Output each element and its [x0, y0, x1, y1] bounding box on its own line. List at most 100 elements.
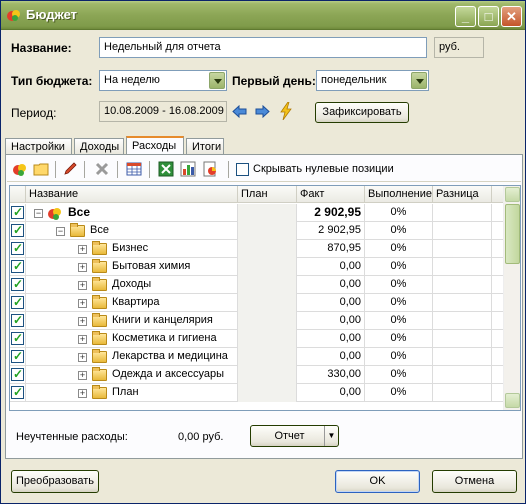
maximize-button[interactable]: □ — [478, 6, 499, 27]
expand-icon[interactable]: + — [78, 317, 87, 326]
table-row[interactable]: − Все 2 902,950% — [10, 222, 504, 240]
hide-zero-checkbox[interactable] — [236, 163, 249, 176]
table-row[interactable]: + План 0,000% — [10, 384, 504, 402]
title-bar[interactable]: Бюджет _ □ ✕ — [1, 1, 525, 30]
budget-app-icon — [7, 10, 20, 21]
table-row[interactable]: + Одежда и аксессуары 330,000% — [10, 366, 504, 384]
arrow-right-icon[interactable] — [255, 105, 270, 118]
column-header-name[interactable]: Название — [26, 186, 238, 203]
row-checkbox[interactable] — [11, 204, 24, 221]
report-icon[interactable] — [202, 161, 218, 177]
row-checkbox[interactable] — [11, 366, 24, 383]
scroll-thumb[interactable] — [505, 204, 520, 264]
expand-icon[interactable]: + — [78, 299, 87, 308]
chart-icon[interactable] — [180, 161, 196, 177]
cell-difference — [433, 366, 492, 384]
arrow-left-icon[interactable] — [232, 105, 247, 118]
fix-button[interactable]: Зафиксировать — [315, 102, 409, 123]
table-row[interactable]: + Доходы 0,000% — [10, 276, 504, 294]
first-day-select[interactable]: понедельник — [316, 70, 429, 91]
edit-pencil-icon[interactable] — [62, 161, 78, 177]
period-label: Период: — [11, 106, 57, 120]
column-header-performance[interactable]: Выполнение — [365, 186, 433, 203]
expand-icon[interactable]: + — [78, 335, 87, 344]
cell-performance: 0% — [365, 330, 433, 348]
expand-icon[interactable]: + — [78, 389, 87, 398]
row-checkbox[interactable] — [11, 294, 24, 311]
cell-plan — [238, 294, 297, 312]
budget-type-select[interactable]: На неделю — [99, 70, 227, 91]
expand-icon[interactable]: + — [78, 281, 87, 290]
scroll-up-arrow-icon[interactable] — [505, 187, 520, 202]
cell-name: + Доходы — [26, 276, 238, 294]
row-name: Бизнес — [112, 242, 149, 254]
row-checkbox[interactable] — [11, 330, 24, 347]
dropdown-arrow-icon[interactable]: ▼ — [324, 426, 338, 446]
row-checkbox[interactable] — [11, 222, 24, 239]
cell-difference — [433, 222, 492, 240]
table-grid-icon[interactable] — [126, 161, 142, 177]
excel-icon[interactable] — [158, 161, 174, 177]
cell-performance: 0% — [365, 240, 433, 258]
row-checkbox[interactable] — [11, 348, 24, 365]
expand-icon[interactable]: + — [78, 353, 87, 362]
table-row[interactable]: + Косметика и гигиена 0,000% — [10, 330, 504, 348]
cell-difference — [433, 312, 492, 330]
tab-income[interactable]: Доходы — [74, 138, 124, 155]
name-label: Название: — [11, 41, 72, 55]
expand-icon[interactable]: + — [78, 263, 87, 272]
budget-window: Бюджет _ □ ✕ Название: Недельный для отч… — [0, 0, 526, 504]
add-category-icon[interactable] — [12, 161, 28, 177]
first-day-label: Первый день: — [232, 74, 316, 88]
chevron-down-icon[interactable] — [411, 72, 427, 89]
cell-name: − Все — [26, 222, 238, 240]
ok-button[interactable]: OK — [335, 470, 420, 493]
tab-expenses[interactable]: Расходы — [126, 136, 184, 156]
table-row[interactable]: + Бытовая химия 0,000% — [10, 258, 504, 276]
name-input[interactable]: Недельный для отчета — [99, 37, 427, 58]
toolbar: Скрывать нулевые позиции — [7, 156, 521, 182]
cancel-button[interactable]: Отмена — [432, 470, 517, 493]
lightning-icon[interactable] — [279, 102, 293, 120]
row-name: Косметика и гигиена — [112, 332, 217, 344]
add-folder-icon[interactable] — [33, 161, 49, 177]
close-button[interactable]: ✕ — [501, 6, 522, 27]
cell-fact: 0,00 — [297, 348, 365, 366]
row-checkbox[interactable] — [11, 258, 24, 275]
cell-difference — [433, 294, 492, 312]
table-row[interactable]: − Все 2 902,950% — [10, 204, 504, 222]
cell-fact: 870,95 — [297, 240, 365, 258]
tab-totals[interactable]: Итоги — [186, 138, 224, 155]
cell-performance: 0% — [365, 384, 433, 402]
expand-icon[interactable]: + — [78, 245, 87, 254]
cell-name: + Косметика и гигиена — [26, 330, 238, 348]
chevron-down-icon[interactable] — [209, 72, 225, 89]
table-row[interactable]: + Книги и канцелярия 0,000% — [10, 312, 504, 330]
table-row[interactable]: + Бизнес 870,950% — [10, 240, 504, 258]
cell-plan — [238, 312, 297, 330]
row-checkbox[interactable] — [11, 312, 24, 329]
collapse-icon[interactable]: − — [56, 227, 65, 236]
row-name: Квартира — [112, 296, 160, 308]
table-row[interactable]: + Квартира 0,000% — [10, 294, 504, 312]
delete-icon[interactable] — [94, 161, 110, 177]
row-checkbox[interactable] — [11, 276, 24, 293]
table-row[interactable]: + Лекарства и медицина 0,000% — [10, 348, 504, 366]
collapse-icon[interactable]: − — [34, 209, 43, 218]
vertical-scrollbar[interactable] — [503, 186, 520, 410]
expand-icon[interactable]: + — [78, 371, 87, 380]
column-header-difference[interactable]: Разница — [433, 186, 492, 203]
cell-fact: 0,00 — [297, 294, 365, 312]
convert-button[interactable]: Преобразовать — [11, 470, 99, 493]
scroll-down-arrow-icon[interactable] — [505, 393, 520, 408]
report-button[interactable]: Отчет ▼ — [250, 425, 339, 447]
row-checkbox[interactable] — [11, 384, 24, 401]
tab-settings[interactable]: Настройки — [5, 138, 72, 155]
minimize-button[interactable]: _ — [455, 6, 476, 27]
cell-plan — [238, 204, 297, 222]
row-checkbox[interactable] — [11, 240, 24, 257]
column-header-fact[interactable]: Факт — [297, 186, 365, 203]
row-name: Лекарства и медицина — [112, 350, 228, 362]
column-header-plan[interactable]: План — [238, 186, 297, 203]
cell-performance: 0% — [365, 276, 433, 294]
